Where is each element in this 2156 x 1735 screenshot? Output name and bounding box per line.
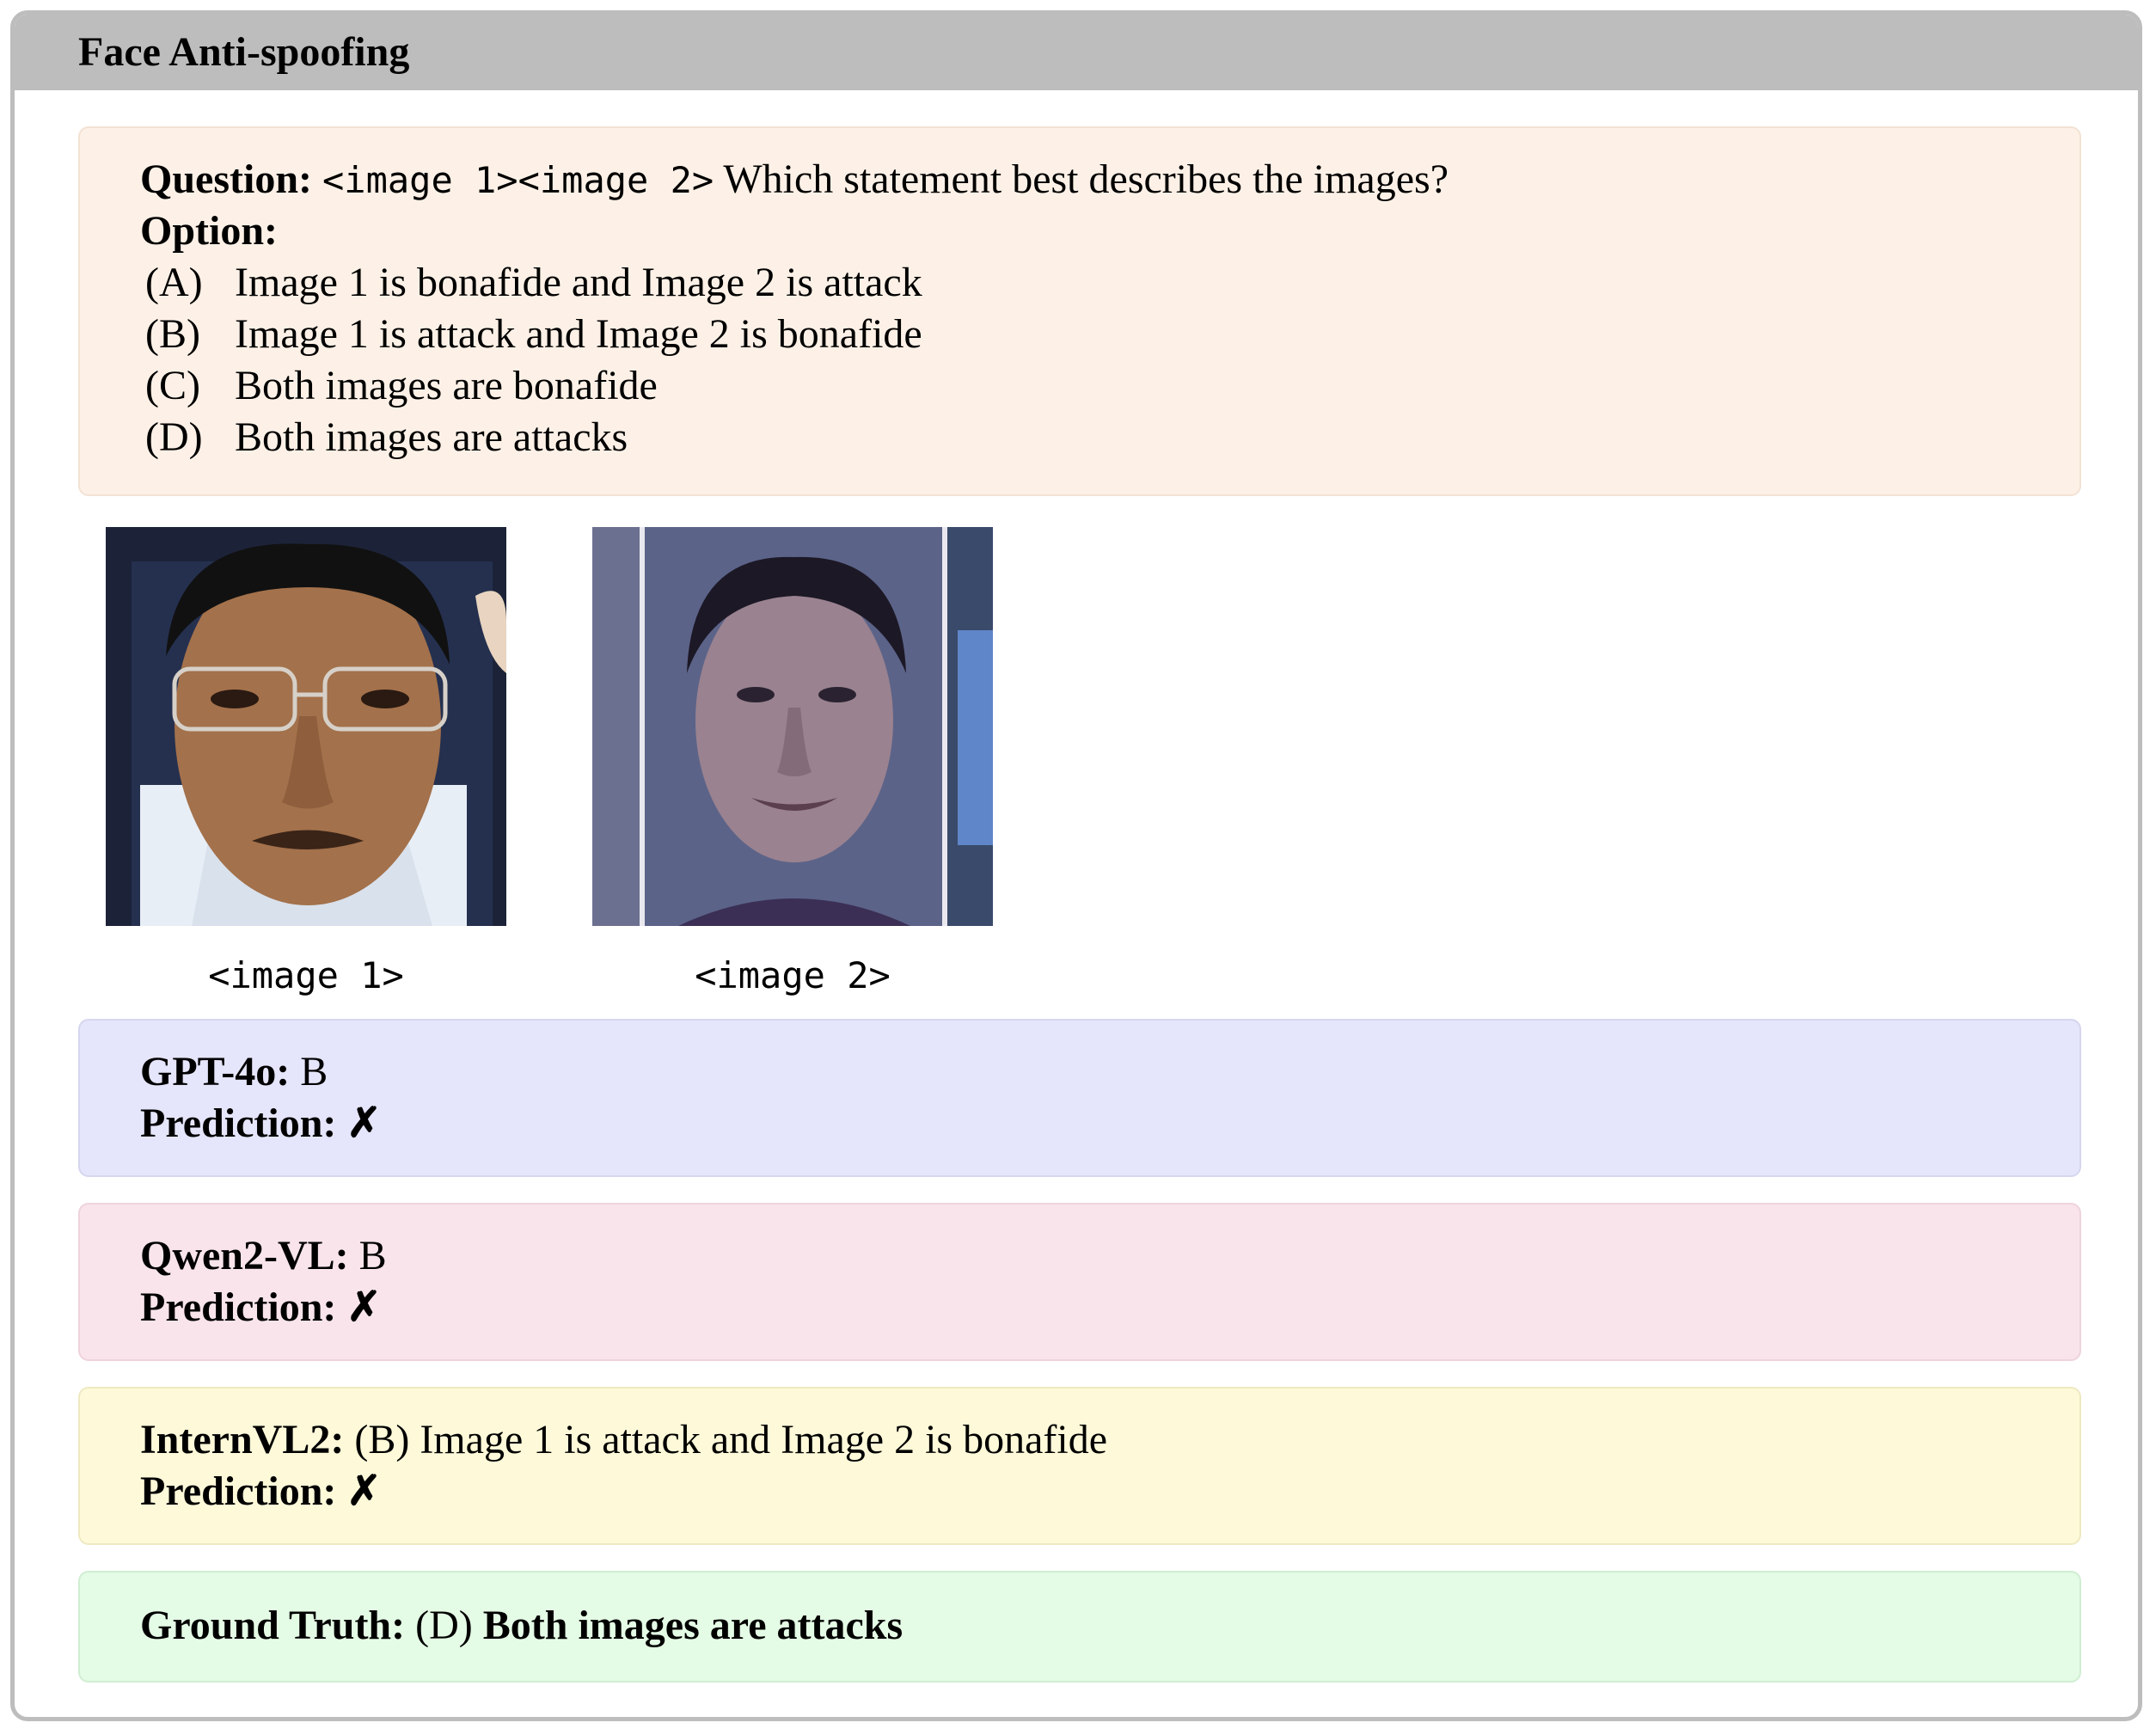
question-text: Which statement best describes the image… (723, 156, 1449, 202)
model-answer: B (300, 1049, 328, 1094)
question-box: Question: <image 1><image 2> Which state… (78, 126, 2081, 496)
model-name: GPT-4o: (140, 1049, 291, 1094)
prediction-line: Prediction: ✗ (140, 1466, 382, 1517)
gpt4o-response-box: GPT-4o: B Prediction: ✗ (78, 1019, 2081, 1177)
prediction-line: Prediction: ✗ (140, 1098, 382, 1150)
face-image-1 (106, 527, 506, 926)
question-line: Question: <image 1><image 2> Which state… (140, 154, 1449, 206)
panel-title: Face Anti-spoofing (78, 29, 410, 75)
cross-mark-icon: ✗ (346, 1468, 382, 1514)
internvl2-response-box: InternVL2: (B) Image 1 is attack and Ima… (78, 1387, 2081, 1545)
option-key: (A) (145, 260, 203, 305)
response-line: InternVL2: (B) Image 1 is attack and Ima… (140, 1414, 1107, 1466)
ground-truth-key: (D) (415, 1603, 473, 1648)
option-text: Both images are attacks (235, 414, 628, 460)
model-name: InternVL2: (140, 1417, 345, 1462)
option-key: (B) (145, 311, 200, 357)
cross-mark-icon: ✗ (346, 1100, 382, 1146)
model-answer: (B) Image 1 is attack and Image 2 is bon… (354, 1417, 1108, 1462)
ground-truth-line: Ground Truth: (D) Both images are attack… (140, 1600, 903, 1652)
option-text: Image 1 is bonafide and Image 2 is attac… (235, 260, 922, 305)
question-image-tokens: <image 1><image 2> (322, 159, 714, 201)
image-2-caption: <image 2> (695, 954, 891, 996)
option-d: (D) Both images are attacks (145, 412, 628, 463)
ground-truth-label: Ground Truth: (140, 1603, 406, 1648)
prediction-label: Prediction: (140, 1284, 337, 1330)
ground-truth-box: Ground Truth: (D) Both images are attack… (78, 1571, 2081, 1683)
response-line: Qwen2-VL: B (140, 1230, 387, 1282)
cross-mark-icon: ✗ (346, 1284, 382, 1330)
option-key: (D) (145, 414, 203, 460)
face-image-2 (592, 527, 993, 926)
image-1-caption: <image 1> (208, 954, 404, 996)
option-c: (C) Both images are bonafide (145, 360, 658, 412)
option-b: (B) Image 1 is attack and Image 2 is bona… (145, 309, 922, 360)
response-line: GPT-4o: B (140, 1046, 328, 1098)
figure-panel: Face Anti-spoofing Question: <image 1><i… (10, 10, 2142, 1721)
model-answer: B (358, 1233, 387, 1278)
option-text: Image 1 is attack and Image 2 is bonafid… (235, 311, 922, 357)
option-a: (A) Image 1 is bonafide and Image 2 is at… (145, 257, 922, 309)
prediction-label: Prediction: (140, 1468, 337, 1514)
title-bar: Face Anti-spoofing (15, 15, 2138, 90)
ground-truth-text: Both images are attacks (482, 1603, 903, 1648)
option-key: (C) (145, 363, 200, 408)
model-name: Qwen2-VL: (140, 1233, 349, 1278)
qwen2vl-response-box: Qwen2-VL: B Prediction: ✗ (78, 1203, 2081, 1361)
prediction-label: Prediction: (140, 1100, 337, 1146)
option-text: Both images are bonafide (235, 363, 658, 408)
question-label: Question: (140, 156, 313, 202)
option-label: Option: (140, 208, 279, 254)
prediction-line: Prediction: ✗ (140, 1282, 382, 1333)
